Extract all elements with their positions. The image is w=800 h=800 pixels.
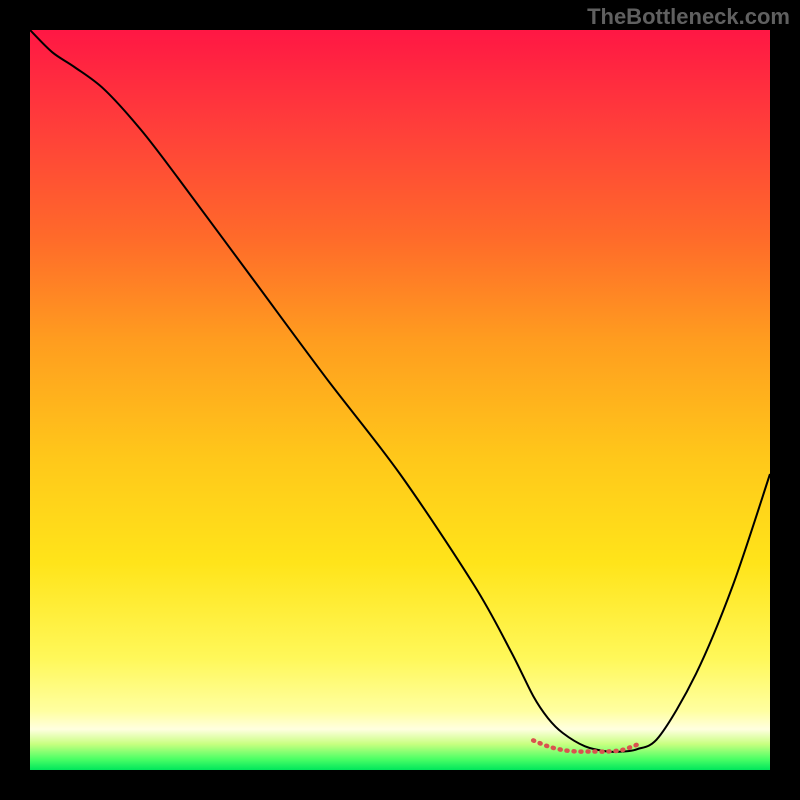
bottleneck-chart bbox=[30, 30, 770, 770]
watermark-text: TheBottleneck.com bbox=[587, 4, 790, 30]
